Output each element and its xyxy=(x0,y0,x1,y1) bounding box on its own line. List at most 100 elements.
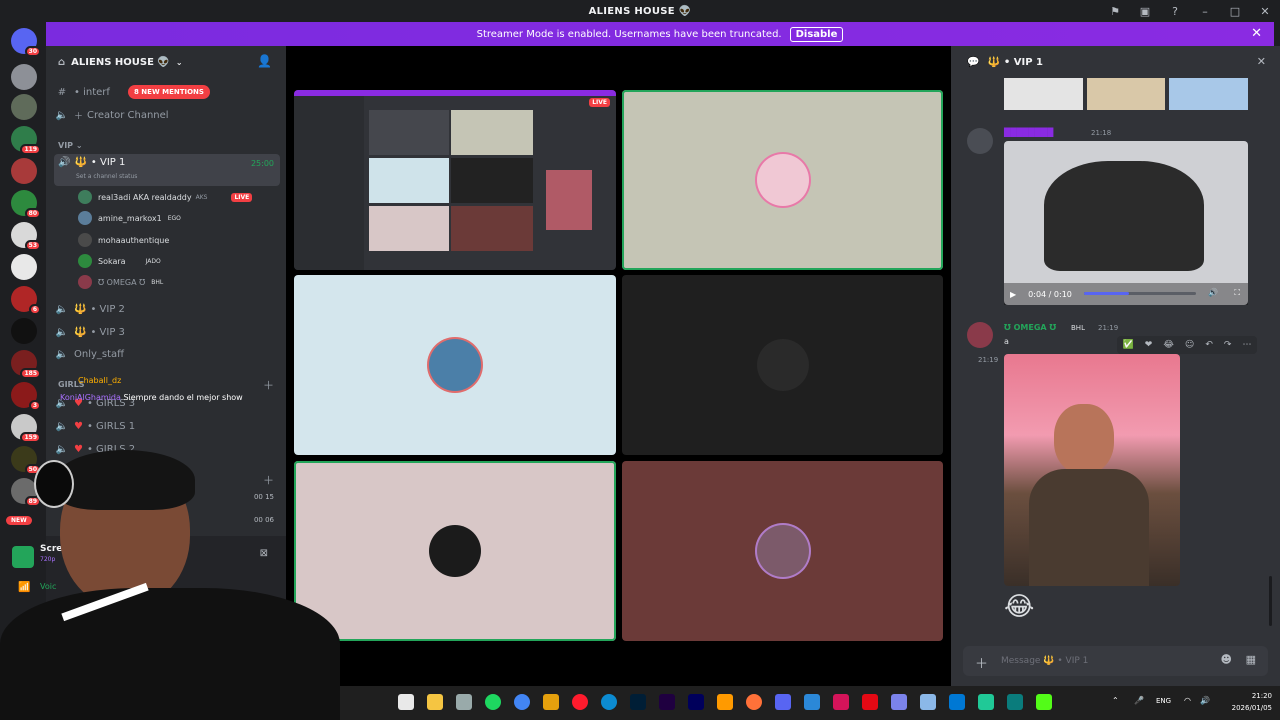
opera-icon[interactable] xyxy=(572,694,588,710)
server-icon[interactable] xyxy=(11,94,37,120)
server-icon[interactable]: 53 xyxy=(11,222,41,251)
attachment-thumb[interactable] xyxy=(1169,78,1249,110)
attachment-thumb[interactable] xyxy=(1004,78,1083,110)
participant-tile[interactable] xyxy=(294,461,616,641)
laugh-reaction-icon[interactable]: 😂 xyxy=(1163,340,1174,350)
kick-icon[interactable] xyxy=(1036,694,1052,710)
server-icon[interactable] xyxy=(11,158,37,184)
add-reaction-icon[interactable]: ☺ xyxy=(1185,340,1194,350)
participant-tile[interactable] xyxy=(294,275,616,455)
edge-icon[interactable] xyxy=(601,694,617,710)
premiere-icon[interactable] xyxy=(688,694,704,710)
settings-icon[interactable] xyxy=(456,694,472,710)
voice-user[interactable]: amine_markox1 EGO xyxy=(78,209,181,227)
help-icon[interactable]: ? xyxy=(1160,0,1190,22)
maximize-icon[interactable]: □ xyxy=(1220,0,1250,22)
app-icon[interactable] xyxy=(543,694,559,710)
channel-girls1[interactable]: 🔈 ♥ • GIRLS 1 xyxy=(54,416,135,436)
tray-chevron-icon[interactable]: ⌃ xyxy=(1112,696,1119,705)
firefox-icon[interactable] xyxy=(746,694,762,710)
channel-only-staff[interactable]: 🔈 Only_staff xyxy=(54,344,124,364)
heart-reaction-icon[interactable]: ❤ xyxy=(1145,340,1153,350)
emoji-icon[interactable]: ☻ xyxy=(1221,653,1232,666)
category-vip[interactable]: VIP ⌄ xyxy=(58,141,83,150)
volume-icon[interactable]: 🔊 xyxy=(1200,696,1210,705)
app-icon[interactable] xyxy=(804,694,820,710)
video-attachment[interactable] xyxy=(1004,141,1248,305)
message-author[interactable]: Ʊ OMEGA Ʊ xyxy=(1004,323,1056,332)
channel-vip3[interactable]: 🔈 🔱 • VIP 3 xyxy=(54,322,125,342)
voice-user[interactable]: Sokara JADO xyxy=(78,252,161,270)
image-attachment[interactable] xyxy=(1004,354,1180,586)
guild-header[interactable]: ⌂ ALIENS HOUSE 👽 ⌄ 👤 xyxy=(46,46,286,78)
channel-creator[interactable]: 🔈 ＋ Creator Channel xyxy=(54,105,169,125)
close-window-icon[interactable]: ✕ xyxy=(1250,0,1280,22)
clock[interactable]: 21:20 2026/01/05 xyxy=(1232,690,1272,714)
participant-tile[interactable] xyxy=(622,90,943,270)
participant-tile[interactable] xyxy=(622,461,943,641)
server-icon[interactable]: 6 xyxy=(11,286,41,315)
new-mentions-badge[interactable]: 8 NEW MENTIONS xyxy=(128,85,210,99)
close-banner-icon[interactable]: ✕ xyxy=(1251,26,1262,41)
forward-icon[interactable]: ↷ xyxy=(1224,340,1232,350)
volume-icon[interactable]: 🔊 xyxy=(1208,288,1218,297)
server-icon[interactable]: 185 xyxy=(11,350,41,379)
attachment-thumb[interactable] xyxy=(1086,78,1166,110)
server-icon[interactable] xyxy=(11,64,37,90)
server-icon[interactable] xyxy=(11,318,37,344)
file-explorer-icon[interactable] xyxy=(427,694,443,710)
inbox-icon[interactable]: ⚑ xyxy=(1100,0,1130,22)
participant-tile[interactable] xyxy=(622,275,943,455)
mic-icon[interactable]: 🎤 xyxy=(1134,696,1144,705)
language-indicator[interactable]: ENG xyxy=(1156,697,1171,705)
server-icon[interactable]: 159 xyxy=(11,414,41,443)
check-reaction-icon[interactable]: ✅ xyxy=(1123,340,1134,350)
task-view-icon[interactable] xyxy=(398,694,414,710)
channel-interf[interactable]: # • interf xyxy=(54,82,110,102)
avatar[interactable] xyxy=(967,128,993,154)
reply-icon[interactable]: ↶ xyxy=(1205,340,1213,350)
video-progress[interactable] xyxy=(1084,292,1196,295)
disable-streamer-mode-button[interactable]: Disable xyxy=(789,26,844,42)
app-icon[interactable] xyxy=(891,694,907,710)
apps-icon[interactable]: ▦ xyxy=(1246,653,1256,666)
after-effects-icon[interactable] xyxy=(659,694,675,710)
message-input[interactable]: ＋ Message 🔱 • VIP 1 ☻ ▦ xyxy=(963,646,1268,676)
chrome-icon[interactable] xyxy=(514,694,530,710)
server-icon[interactable]: 3 xyxy=(11,382,41,411)
channel-status[interactable]: Set a channel status xyxy=(76,173,137,180)
server-icon[interactable]: 119 xyxy=(11,126,41,155)
photoshop-icon[interactable] xyxy=(630,694,646,710)
illustrator-icon[interactable] xyxy=(717,694,733,710)
app-icon[interactable] xyxy=(978,694,994,710)
server-icon[interactable] xyxy=(11,254,37,280)
vscode-icon[interactable] xyxy=(949,694,965,710)
close-chat-icon[interactable]: ✕ xyxy=(1257,55,1266,68)
stream-tile[interactable]: LIVE xyxy=(294,90,616,270)
fullscreen-icon[interactable]: ⛶ xyxy=(1234,288,1240,298)
message-author[interactable]: ████████ xyxy=(1004,128,1053,137)
add-channel-icon[interactable]: ＋ xyxy=(263,377,274,393)
voice-user[interactable]: Ʊ OMEGA Ʊ BHL xyxy=(78,273,163,291)
netflix-icon[interactable] xyxy=(862,694,878,710)
app-icon[interactable] xyxy=(920,694,936,710)
voice-user[interactable]: real3adi AKA realdaddy AKS LIVE xyxy=(78,188,253,206)
invite-icon[interactable]: 👤 xyxy=(257,54,272,68)
more-icon[interactable]: ⋯ xyxy=(1242,340,1251,350)
avatar[interactable] xyxy=(967,322,993,348)
channel-vip2[interactable]: 🔈 🔱 • VIP 2 xyxy=(54,299,125,319)
add-attachment-icon[interactable]: ＋ xyxy=(975,653,988,672)
chat-scrollbar[interactable] xyxy=(1269,576,1272,626)
minimize-icon[interactable]: – xyxy=(1190,0,1220,22)
home-icon[interactable]: 30 xyxy=(11,28,41,57)
app-icon[interactable] xyxy=(833,694,849,710)
server-icon[interactable]: 80 xyxy=(11,190,41,219)
screen-share-icon[interactable]: ▣ xyxy=(1130,0,1160,22)
channel-vip1[interactable]: 🔊 🔱 • VIP 1 25:00 Set a channel status xyxy=(54,154,280,186)
app-icon[interactable] xyxy=(1007,694,1023,710)
play-icon[interactable]: ▶ xyxy=(1010,290,1016,299)
voice-user[interactable]: mohaauthentique xyxy=(78,231,169,249)
spotify-icon[interactable] xyxy=(485,694,501,710)
wifi-icon[interactable]: ◠ xyxy=(1184,696,1191,705)
discord-icon[interactable] xyxy=(775,694,791,710)
